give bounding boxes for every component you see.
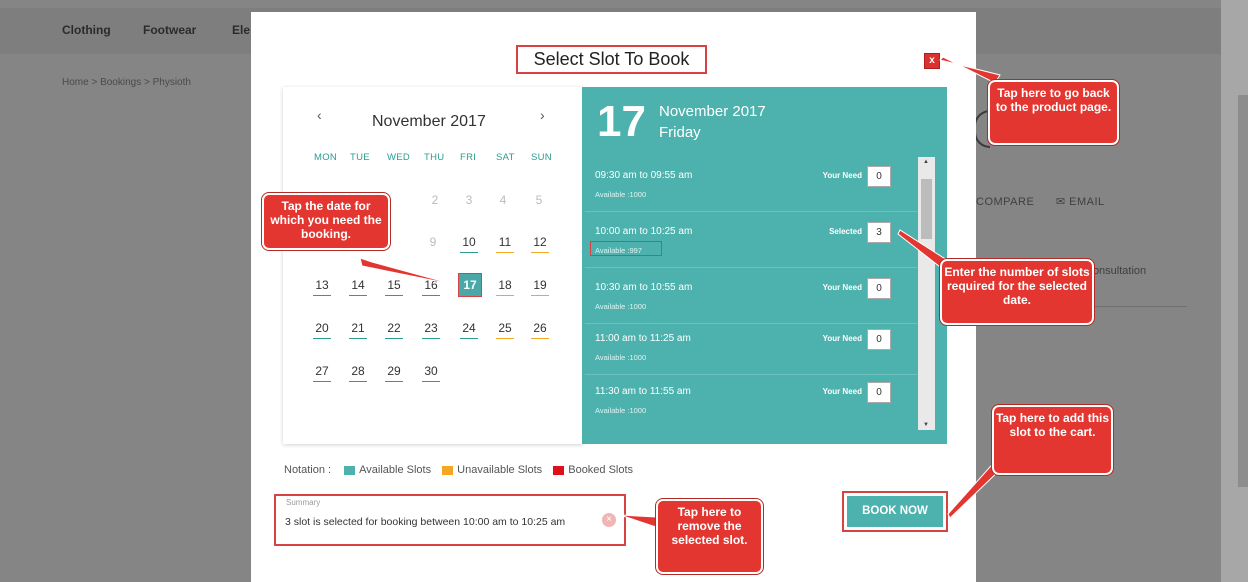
remove-callout-arrow	[619, 514, 657, 528]
callout-date: Tap the date for which you need the book…	[261, 192, 391, 251]
callout-book: Tap here to add this slot to the cart.	[991, 404, 1114, 476]
callout-close: Tap here to go back to the product page.	[987, 79, 1120, 146]
callout-remove: Tap here to remove the selected slot.	[655, 498, 764, 575]
close-callout-arrow	[939, 56, 1001, 84]
callout-slots: Enter the number of slots required for t…	[939, 258, 1095, 326]
date-callout-arrow	[359, 257, 457, 286]
